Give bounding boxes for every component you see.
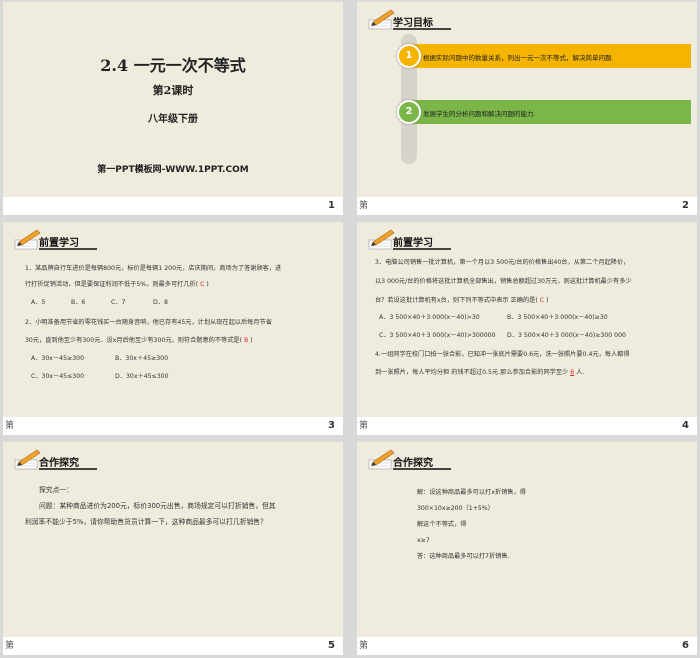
question-line: 台？若设这批计算机有x台，则下列不等式中表示 正确的是( C ) xyxy=(375,296,548,305)
slide-number: 1 xyxy=(328,200,335,211)
slide-footer-2: 第 2 xyxy=(357,197,697,215)
title-underline xyxy=(393,248,451,250)
slide-5[interactable]: 合作探究 探究点一： 问题：某种商品进价为200元，标价300元出售，商场规定可… xyxy=(3,442,343,637)
option: C．7 xyxy=(111,299,126,306)
goal-number-badge: 2 xyxy=(397,100,421,124)
slide-number: 6 xyxy=(682,640,689,651)
option: C．30x－45≤300 xyxy=(31,373,85,380)
slide-footer-6: 第 6 xyxy=(357,637,697,655)
slide-footer-4: 第 4 xyxy=(357,417,697,435)
question-line: 1．某品牌自行车进价是每辆800元，标价是每辆1 200元，店庆期间，商场为了答… xyxy=(25,265,282,272)
slide-3[interactable]: 前置学习 1．某品牌自行车进价是每辆800元，标价是每辆1 200元，店庆期间，… xyxy=(3,222,343,417)
question-line: 30元，直到他至少有300元．设x月后他至少有300元，则符合题意的不等式是( … xyxy=(25,336,253,345)
question-text: ) xyxy=(206,281,209,288)
question-line: 3．电脑公司销售一批计算机，第一个月以3 500元/台的价格售出40台，从第二个… xyxy=(375,259,630,266)
goal-bar-1: 根据实际问题中的数量关系，列出一元一次不等式，解决简单问题. xyxy=(411,44,691,68)
question-text: 行打折促销活动，但是要保证利润不低于5%，则最多可打几折( xyxy=(25,281,199,288)
option: D．8 xyxy=(153,299,168,306)
question-line: 以3 000元/台的价格将这批计算机全部售出，销售总额超过30万元，则这批计算机… xyxy=(375,278,632,285)
option: A．5 xyxy=(31,299,46,306)
title-underline xyxy=(393,468,451,470)
option: B．3 500×40＋3 000(x－40)≥30 xyxy=(507,314,608,321)
solution-line: 300×10x≥200（1+5%） xyxy=(417,505,494,512)
question-text: 人. xyxy=(576,369,585,376)
option: D．3 500×40＋3 000(x－40)≥300 000 xyxy=(507,332,626,339)
slide-number: 2 xyxy=(682,200,689,211)
slide-subtitle: 第2课时 xyxy=(152,84,194,97)
notes-marker: 第 xyxy=(359,641,369,651)
section-title: 合作探究 xyxy=(39,458,79,469)
notes-marker: 第 xyxy=(5,421,15,431)
answer-mark: 6 xyxy=(570,369,575,376)
site-label: 第一PPT模板网-WWW.1PPT.COM xyxy=(97,165,249,175)
explore-heading: 探究点一： xyxy=(39,486,73,494)
slide-4[interactable]: 前置学习 3．电脑公司销售一批计算机，第一个月以3 500元/台的价格售出40台… xyxy=(357,222,697,417)
answer-mark: C xyxy=(200,281,205,288)
section-title: 学习目标 xyxy=(393,18,433,29)
question-line: 4.一组同学在校门口拍一张合影，已知冲一张底片需要0.6元，洗一张照片要0.4元… xyxy=(375,351,630,358)
goal-text: 根据实际问题中的数量关系，列出一元一次不等式，解决简单问题. xyxy=(423,54,614,62)
slide-title: 2.4 一元一次不等式 xyxy=(100,56,246,75)
title-underline xyxy=(39,468,97,470)
slide-number: 3 xyxy=(328,420,335,431)
slide-footer-5: 第 5 xyxy=(3,637,343,655)
goal-number-badge: 1 xyxy=(397,44,421,68)
slide-number: 4 xyxy=(682,420,689,431)
question-text: 到一张照片，每人平均分担 的钱不超过0.5元.那么参加合影的同学至少 xyxy=(375,369,569,376)
goal-bar-2: 发展学生的分析问题和解决问题的能力. xyxy=(411,100,691,124)
solution-line: 解这个不等式，得 xyxy=(417,521,467,528)
slide-6[interactable]: 合作探究 解：设这种商品最多可以打x折销售，得 300×10x≥200（1+5%… xyxy=(357,442,697,637)
section-title: 前置学习 xyxy=(39,238,79,249)
slide-number: 5 xyxy=(328,640,335,651)
answer-mark: C xyxy=(539,297,545,304)
slide-1[interactable]: 2.4 一元一次不等式 第2课时 八年级下册 第一PPT模板网-WWW.1PPT… xyxy=(3,2,343,197)
question-text: ) xyxy=(250,337,253,344)
question-line: 2．小明准备用节省的零花钱买一台随身音响，他已存有45元，计划从现在起以后每月节… xyxy=(25,319,272,326)
question-text: ) xyxy=(546,297,549,304)
option: A．3 500×40＋3 000(x－40)>30 xyxy=(379,314,480,321)
question-line: 行打折促销活动，但是要保证利润不低于5%，则最多可打几折( C ) xyxy=(25,280,209,289)
problem-line: 利润率不能少于5%，请你帮助售货员计算一下，这种商品最多可以打几折销售？ xyxy=(25,518,267,526)
option: B．30x＋45≥300 xyxy=(115,355,169,362)
slide-footer-3: 第 3 xyxy=(3,417,343,435)
problem-line: 问题：某种商品进价为200元，标价300元出售，商场规定可以打折销售，但其 xyxy=(39,502,276,510)
title-underline xyxy=(393,28,451,30)
slide-2[interactable]: 学习目标 根据实际问题中的数量关系，列出一元一次不等式，解决简单问题. 1 发展… xyxy=(357,2,697,197)
grade-label: 八年级下册 xyxy=(148,114,198,125)
option: B．6 xyxy=(71,299,86,306)
notes-marker: 第 xyxy=(359,201,369,211)
notes-marker: 第 xyxy=(359,421,369,431)
question-text: 30元，直到他至少有300元．设x月后他至少有300元，则符合题意的不等式是( xyxy=(25,337,243,344)
option: D．30x＋45≤300 xyxy=(115,373,169,380)
slide-footer-1: 1 xyxy=(3,197,343,215)
option: C．3 500×40＋3 000(x－40)>300000 xyxy=(379,332,496,339)
title-underline xyxy=(39,248,97,250)
question-text: 台？若设这批计算机有x台，则下列不等式中表示 正确的是( xyxy=(375,297,538,304)
section-title: 前置学习 xyxy=(393,238,433,249)
section-title: 合作探究 xyxy=(393,458,433,469)
option: A．30x－45≥300 xyxy=(31,355,85,362)
answer-mark: B xyxy=(243,337,249,344)
question-line: 到一张照片，每人平均分担 的钱不超过0.5元.那么参加合影的同学至少 6 人. xyxy=(375,368,584,377)
solution-line: 解：设这种商品最多可以打x折销售，得 xyxy=(417,489,526,496)
goal-text: 发展学生的分析问题和解决问题的能力. xyxy=(423,110,536,118)
solution-line: x≥7 xyxy=(417,537,430,544)
solution-line: 答：这种商品最多可以打7折销售. xyxy=(417,553,510,560)
notes-marker: 第 xyxy=(5,641,15,651)
